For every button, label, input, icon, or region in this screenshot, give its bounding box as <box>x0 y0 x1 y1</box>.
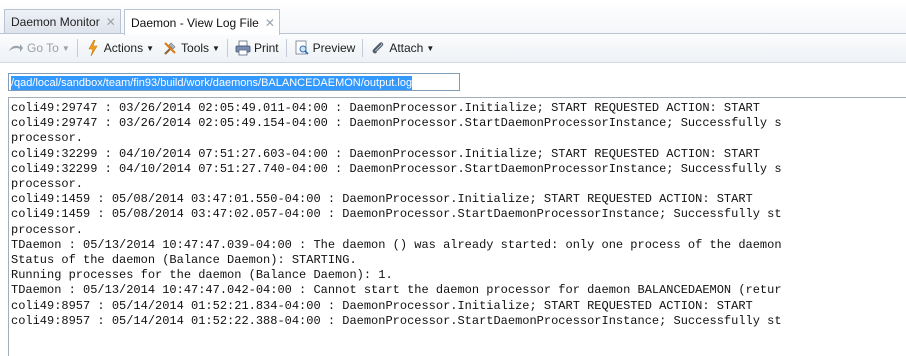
preview-button[interactable]: Preview <box>290 37 360 59</box>
log-line: TDaemon : 05/13/2014 10:47:47.039-04:00 … <box>11 237 782 252</box>
printer-icon <box>235 40 251 56</box>
toolbar-separator <box>362 39 364 57</box>
log-line: coli49:29747 : 03/26/2014 02:05:49.154-0… <box>11 116 782 131</box>
log-line: Running processes for the daemon (Balanc… <box>11 268 393 283</box>
log-line: coli49:1459 : 05/08/2014 03:47:02.057-04… <box>11 207 782 222</box>
log-file-path-field[interactable]: /qad/local/sandbox/team/fin93/build/work… <box>8 73 460 91</box>
log-line: coli49:8957 : 05/14/2014 01:52:21.834-04… <box>11 298 753 313</box>
tab-label: Daemon Monitor <box>11 15 100 29</box>
log-line: coli49:32299 : 04/10/2014 07:51:27.740-0… <box>11 161 782 176</box>
close-icon[interactable]: ✕ <box>265 17 275 29</box>
close-icon[interactable]: ✕ <box>106 16 116 28</box>
log-line: coli49:32299 : 04/10/2014 07:51:27.603-0… <box>11 146 760 161</box>
tab-label: Daemon - View Log File <box>131 15 259 30</box>
goto-arrow-icon <box>8 40 24 56</box>
print-button[interactable]: Print <box>231 37 283 59</box>
actions-lightning-icon <box>85 40 101 56</box>
tab-view-log-file[interactable]: Daemon - View Log File ✕ <box>124 9 280 35</box>
log-file-path-value: /qad/local/sandbox/team/fin93/build/work… <box>11 76 413 90</box>
toolbar: Go To ▼ Actions ▼ Tools ▼ Print Preview … <box>0 34 906 63</box>
log-line: processor. <box>11 131 84 146</box>
log-line: processor. <box>11 177 84 192</box>
tools-icon <box>162 40 178 56</box>
tab-strip: Daemon Monitor ✕ Daemon - View Log File … <box>0 0 906 35</box>
path-bar: /qad/local/sandbox/team/fin93/build/work… <box>0 63 906 99</box>
chevron-down-icon: ▼ <box>426 43 435 53</box>
paperclip-icon <box>370 40 386 56</box>
toolbar-separator <box>285 39 287 57</box>
tab-daemon-monitor[interactable]: Daemon Monitor ✕ <box>4 9 121 34</box>
log-line: processor. <box>11 222 84 237</box>
preview-icon <box>294 40 310 56</box>
log-line: Status of the daemon (Balance Daemon): S… <box>11 253 357 268</box>
tools-button[interactable]: Tools ▼ <box>158 37 224 59</box>
log-line: coli49:29747 : 03/26/2014 02:05:49.011-0… <box>11 101 760 115</box>
goto-button[interactable]: Go To ▼ <box>4 37 74 59</box>
log-lines: coli49:29747 : 03/26/2014 02:05:49.011-0… <box>9 98 906 329</box>
toolbar-separator <box>76 39 78 57</box>
view-log-file-window: Daemon Monitor ✕ Daemon - View Log File … <box>0 0 906 356</box>
actions-button[interactable]: Actions ▼ <box>81 37 158 59</box>
log-line: coli49:1459 : 05/08/2014 03:47:01.550-04… <box>11 192 753 207</box>
chevron-down-icon: ▼ <box>212 43 220 53</box>
attach-button[interactable]: Attach ▼ <box>366 37 438 59</box>
log-line: TDaemon : 05/13/2014 10:47:47.042-04:00 … <box>11 283 782 298</box>
log-content-area[interactable]: coli49:29747 : 03/26/2014 02:05:49.011-0… <box>8 97 906 356</box>
log-line: coli49:8957 : 05/14/2014 01:52:22.388-04… <box>11 313 782 328</box>
chevron-down-icon: ▼ <box>61 43 70 53</box>
toolbar-separator <box>226 39 228 57</box>
chevron-down-icon: ▼ <box>146 43 155 53</box>
